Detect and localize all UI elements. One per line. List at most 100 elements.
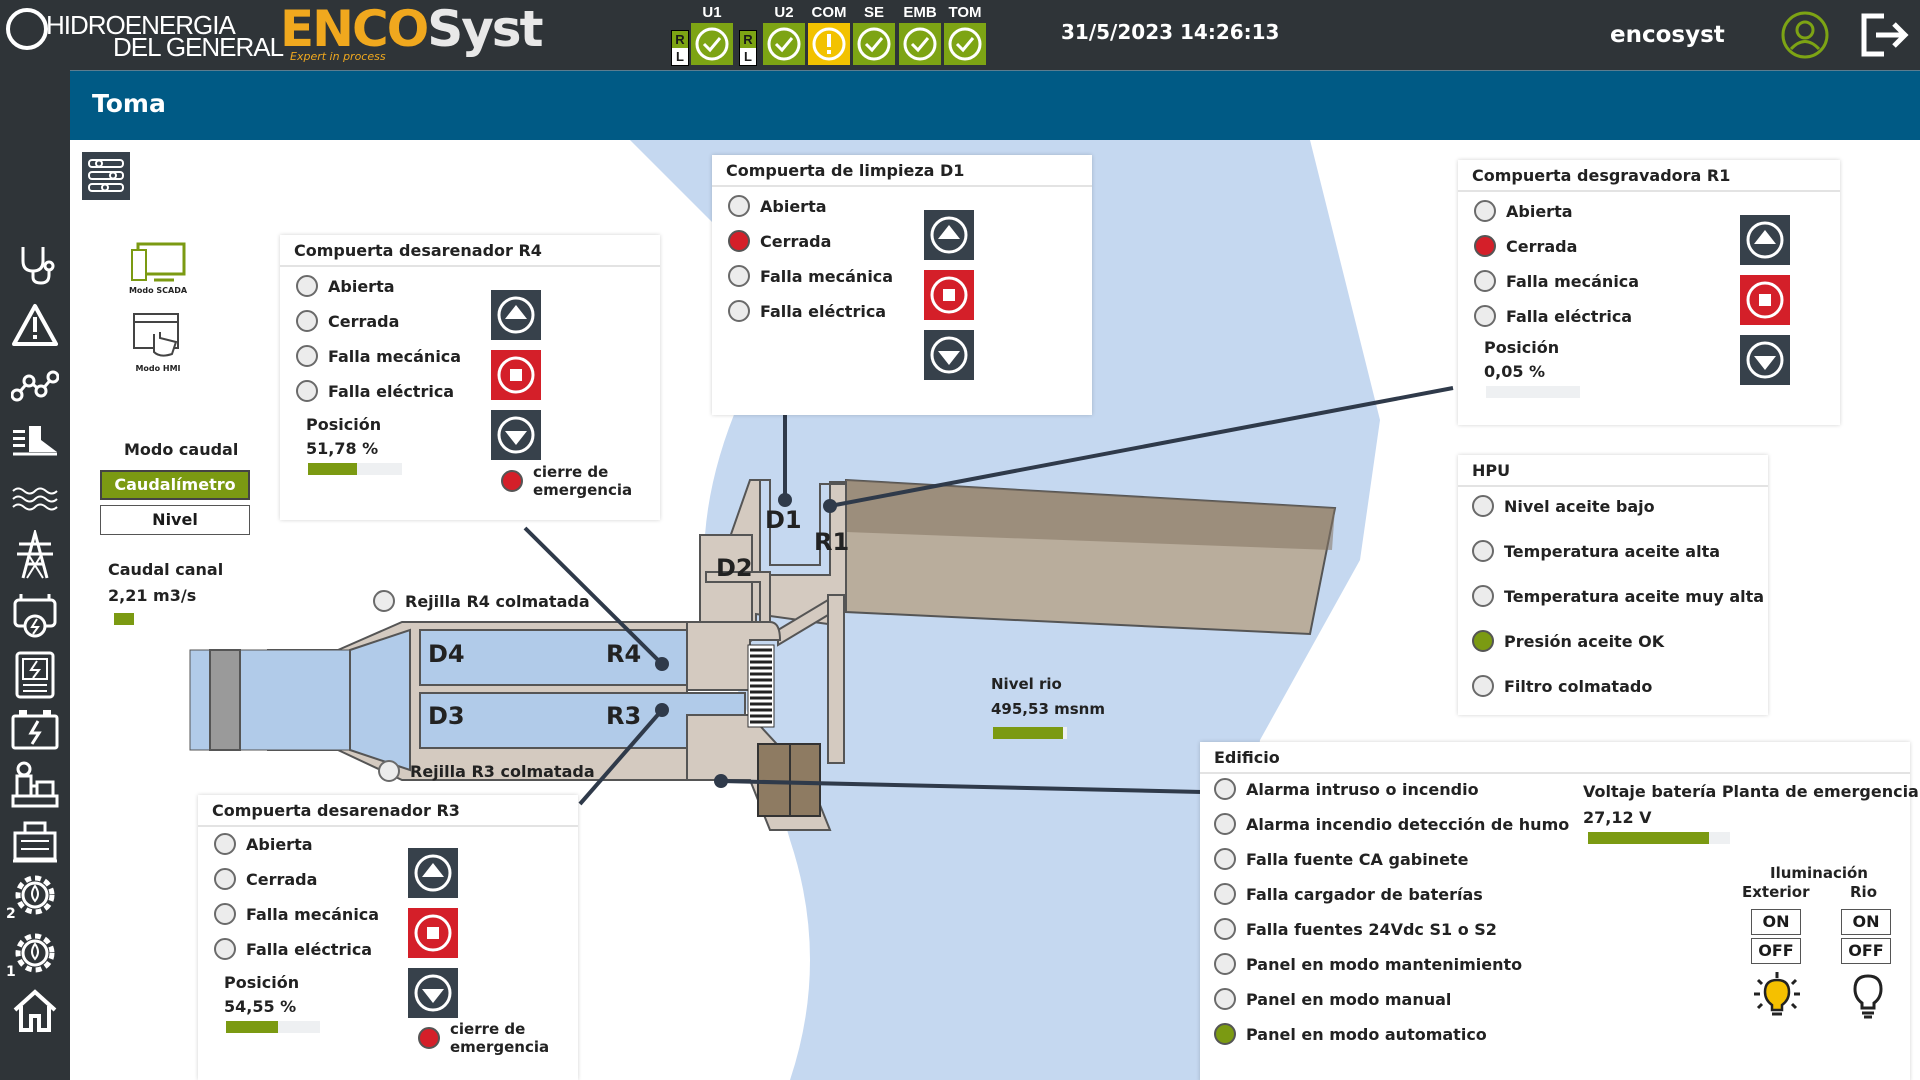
iluminacion-title: Iluminación bbox=[1770, 864, 1868, 882]
network-icon[interactable] bbox=[10, 360, 60, 410]
gate-r1-state-falla-mecanica: Falla mecánica bbox=[1474, 270, 1639, 292]
d3-label: D3 bbox=[428, 702, 465, 730]
caudalimetro-mode-button[interactable]: Caudalímetro bbox=[100, 470, 250, 500]
electrical-panel-icon[interactable] bbox=[10, 650, 60, 700]
gate-r4-close-button[interactable] bbox=[491, 410, 541, 460]
gate-d1-panel: Compuerta de limpieza D1 Abierta Cerrada… bbox=[712, 155, 1092, 415]
gate-r3-emergency-indicator: cierre de emergencia bbox=[418, 1020, 568, 1056]
status-emb[interactable]: EMB bbox=[899, 4, 941, 65]
hmi-mode-button[interactable]: Modo HMI bbox=[128, 312, 188, 373]
gate-d1-close-button[interactable] bbox=[924, 330, 974, 380]
status-u2[interactable]: U2 bbox=[763, 4, 805, 65]
status-led bbox=[1214, 883, 1236, 905]
encosyst-tagline: Expert in process bbox=[290, 50, 386, 63]
status-led bbox=[1472, 495, 1494, 517]
emergency-led bbox=[418, 1027, 440, 1049]
u2-remote-local-indicator: RL bbox=[739, 30, 757, 66]
turbine-unit-icon[interactable] bbox=[10, 815, 60, 865]
status-com[interactable]: COM bbox=[808, 4, 850, 65]
status-led bbox=[1474, 270, 1496, 292]
iluminacion-exterior-label: Exterior bbox=[1742, 883, 1810, 901]
check-icon bbox=[944, 23, 986, 65]
check-icon bbox=[853, 23, 895, 65]
status-u1[interactable]: U1 bbox=[691, 4, 733, 65]
arrow-down-icon bbox=[930, 336, 968, 374]
hydraulic-unit-icon[interactable] bbox=[10, 760, 60, 810]
arrow-up-icon bbox=[1746, 221, 1784, 259]
unit-1-number: 1 bbox=[6, 964, 16, 980]
arrow-down-icon bbox=[1746, 341, 1784, 379]
exterior-on-button[interactable]: ON bbox=[1751, 909, 1801, 935]
gate-r4-position-bar bbox=[308, 463, 402, 475]
username: encosyst bbox=[1610, 22, 1725, 48]
status-led bbox=[296, 275, 318, 297]
brand-line-2: DEL GENERAL bbox=[113, 32, 284, 62]
rio-on-button[interactable]: ON bbox=[1841, 909, 1891, 935]
gate-d1-open-button[interactable] bbox=[924, 210, 974, 260]
r4-label: R4 bbox=[606, 640, 642, 668]
exterior-light-on-icon bbox=[1752, 970, 1802, 1024]
gate-r3-title: Compuerta desarenador R3 bbox=[198, 795, 578, 827]
gate-r3-position-label: Posición bbox=[224, 973, 300, 992]
diagnostics-icon[interactable] bbox=[10, 240, 60, 290]
status-led bbox=[1214, 953, 1236, 975]
edificio-modo-automatico: Panel en modo automatico bbox=[1214, 1023, 1487, 1045]
gate-r4-state-falla-electrica: Falla eléctrica bbox=[296, 380, 454, 402]
scada-mode-button[interactable]: Modo SCADA bbox=[128, 242, 188, 295]
generator-power-icon[interactable] bbox=[10, 590, 60, 640]
status-led bbox=[1214, 813, 1236, 835]
transmission-tower-icon[interactable] bbox=[10, 530, 60, 580]
status-led bbox=[214, 868, 236, 890]
battery-charger-icon[interactable] bbox=[10, 705, 60, 755]
exterior-off-button[interactable]: OFF bbox=[1751, 938, 1801, 964]
status-led-active bbox=[1474, 235, 1496, 257]
arrow-down-icon bbox=[497, 416, 535, 454]
datetime: 31/5/2023 14:26:13 bbox=[1061, 20, 1280, 44]
nivel-mode-button[interactable]: Nivel bbox=[100, 505, 250, 535]
unit-1-settings-icon[interactable] bbox=[10, 928, 60, 978]
water-waves-icon[interactable] bbox=[10, 475, 60, 525]
status-tom[interactable]: TOM bbox=[944, 4, 986, 65]
gate-r1-stop-button[interactable] bbox=[1740, 275, 1790, 325]
sliders-icon bbox=[88, 159, 124, 192]
settings-sliders-button[interactable] bbox=[82, 152, 130, 200]
check-icon bbox=[691, 23, 733, 65]
user-icon[interactable] bbox=[1780, 10, 1830, 64]
rio-off-button[interactable]: OFF bbox=[1841, 938, 1891, 964]
battery-voltage-value: 27,12 V bbox=[1583, 808, 1652, 827]
status-led bbox=[296, 310, 318, 332]
gate-r3-stop-button[interactable] bbox=[408, 908, 458, 958]
status-led bbox=[1474, 200, 1496, 222]
rejilla-r3-indicator: Rejilla R3 colmatada bbox=[378, 760, 595, 782]
check-icon bbox=[899, 23, 941, 65]
hpu-filtro-colmatado: Filtro colmatado bbox=[1472, 675, 1652, 697]
arrow-up-icon bbox=[497, 296, 535, 334]
gate-r4-title: Compuerta desarenador R4 bbox=[280, 235, 660, 267]
gate-r1-close-button[interactable] bbox=[1740, 335, 1790, 385]
main-content: D1 R1 D2 D4 R4 D3 R3 Rejilla R4 colmatad… bbox=[70, 140, 1920, 1080]
gate-d1-title: Compuerta de limpieza D1 bbox=[712, 155, 1092, 187]
unit-2-settings-icon[interactable] bbox=[10, 870, 60, 920]
dam-level-icon[interactable] bbox=[10, 415, 60, 465]
logout-icon[interactable] bbox=[1858, 10, 1910, 64]
hpu-title: HPU bbox=[1458, 455, 1768, 487]
gate-r3-position-bar bbox=[226, 1021, 320, 1033]
gate-d1-stop-button[interactable] bbox=[924, 270, 974, 320]
gate-r4-panel: Compuerta desarenador R4 Abierta Cerrada… bbox=[280, 235, 660, 520]
gate-r1-open-button[interactable] bbox=[1740, 215, 1790, 265]
stop-icon bbox=[414, 914, 452, 952]
status-led-active bbox=[1214, 1023, 1236, 1045]
gate-r3-open-button[interactable] bbox=[408, 848, 458, 898]
warning-icon bbox=[808, 23, 850, 65]
stop-icon bbox=[930, 276, 968, 314]
home-icon[interactable] bbox=[10, 985, 60, 1035]
status-led bbox=[1214, 778, 1236, 800]
status-led bbox=[378, 760, 400, 782]
gate-r3-close-button[interactable] bbox=[408, 968, 458, 1018]
edificio-title: Edificio bbox=[1200, 742, 1910, 774]
gate-r4-stop-button[interactable] bbox=[491, 350, 541, 400]
alarm-icon[interactable] bbox=[10, 300, 60, 350]
status-se[interactable]: SE bbox=[853, 4, 895, 65]
arrow-up-icon bbox=[930, 216, 968, 254]
gate-r4-open-button[interactable] bbox=[491, 290, 541, 340]
